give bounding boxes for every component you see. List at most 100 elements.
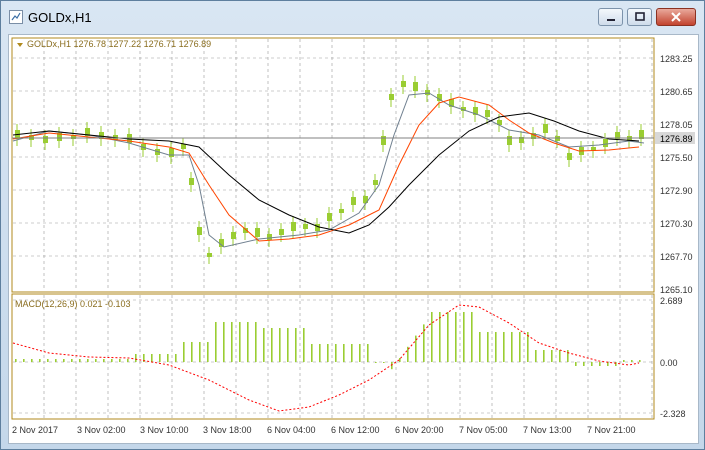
macd-bar [455, 312, 457, 362]
close-button[interactable] [656, 8, 696, 26]
chart-area[interactable]: GOLDx,H1 1276.78 1277.22 1276.71 1276.89… [8, 34, 699, 444]
macd-bar [15, 359, 17, 362]
macd-bar [623, 360, 625, 362]
macd-bar [479, 332, 481, 362]
macd-header: MACD(12,26,9) 0.021 -0.103 [15, 299, 131, 309]
time-label: 3 Nov 02:00 [77, 425, 126, 435]
time-label: 7 Nov 21:00 [587, 425, 636, 435]
macd-bar [183, 342, 185, 362]
macd-bar [439, 312, 441, 362]
macd-bar [287, 328, 289, 362]
price-label: 1272.90 [660, 186, 693, 196]
macd-bar [551, 350, 553, 362]
price-label: 1278.05 [660, 120, 693, 130]
macd-bar [151, 354, 153, 362]
macd-bar [103, 359, 105, 362]
candle-body [207, 253, 212, 257]
macd-bar [367, 344, 369, 362]
macd-bar [263, 328, 265, 362]
candle-body [603, 139, 608, 147]
candle-body [425, 90, 430, 95]
macd-bar [95, 359, 97, 362]
macd-bar [135, 354, 137, 362]
macd-bar [343, 344, 345, 362]
candle-body [279, 229, 284, 235]
macd-bar [311, 344, 313, 362]
price-label: 1283.25 [660, 54, 693, 64]
candle-body [507, 136, 512, 145]
macd-bar [23, 359, 25, 362]
macd-bar [495, 332, 497, 362]
price-label: 1265.10 [660, 285, 693, 295]
macd-bar [559, 350, 561, 362]
candle-body [231, 232, 236, 239]
minimize-icon [606, 19, 615, 21]
price-label: 1275.50 [660, 153, 693, 163]
macd-bar [375, 362, 377, 363]
time-label: 3 Nov 18:00 [203, 425, 252, 435]
macd-bar [503, 332, 505, 362]
macd-bar [639, 360, 641, 362]
macd-signal-line [12, 304, 640, 412]
macd-bar [127, 359, 129, 362]
main-chart-header: GOLDx,H1 1276.78 1277.22 1276.71 1276.89 [27, 39, 211, 49]
macd-bar [511, 332, 513, 362]
macd-bar [231, 322, 233, 362]
macd-bar [87, 359, 89, 362]
candle-body [413, 82, 418, 91]
macd-bar [631, 360, 633, 362]
macd-label: -2.328 [660, 409, 686, 419]
candle-body [303, 224, 308, 229]
candle-body [339, 209, 344, 213]
macd-bar [223, 322, 225, 362]
macd-bar [487, 332, 489, 362]
macd-bar [463, 312, 465, 362]
macd-bar [351, 344, 353, 362]
price-chart-canvas[interactable]: GOLDx,H1 1276.78 1277.22 1276.71 1276.89… [9, 35, 698, 443]
candle-body [485, 110, 490, 117]
macd-bar [431, 312, 433, 362]
macd-bar [215, 322, 217, 362]
price-label: 1280.65 [660, 87, 693, 97]
macd-bar [359, 344, 361, 362]
candle-body [169, 148, 174, 157]
candle-body [291, 222, 296, 231]
macd-bar [279, 328, 281, 362]
macd-bar [535, 350, 537, 362]
candle-body [43, 136, 48, 143]
candle-body [267, 234, 272, 240]
macd-bar [199, 342, 201, 362]
macd-bar [519, 332, 521, 362]
candle-body [567, 153, 572, 160]
macd-bar [159, 354, 161, 362]
maximize-button[interactable] [627, 8, 652, 26]
macd-bar [591, 362, 593, 366]
time-label: 2 Nov 2017 [12, 425, 58, 435]
macd-bar [255, 322, 257, 362]
macd-bar [271, 328, 273, 362]
macd-label: 0.00 [660, 358, 678, 368]
macd-bar [79, 359, 81, 362]
candle-body [255, 228, 260, 237]
indicator-frame [11, 293, 655, 420]
macd-bar [63, 359, 65, 362]
macd-bar [471, 312, 473, 362]
price-label: 1267.70 [660, 252, 693, 262]
macd-bar [583, 362, 585, 366]
time-axis: 2 Nov 2017 3 Nov 02:00 3 Nov 10:00 3 Nov… [12, 425, 636, 435]
macd-bar [71, 359, 73, 362]
candle-body [327, 213, 332, 221]
chart-window: GOLDx,H1 GOLDx,H1 1276.78 1277.22 1276.7… [0, 0, 705, 450]
macd-bar [239, 322, 241, 362]
time-label: 7 Nov 05:00 [459, 425, 508, 435]
macd-bar [111, 359, 113, 362]
macd-bar [191, 342, 193, 362]
title-bar[interactable]: GOLDx,H1 [1, 1, 704, 34]
candle-body [373, 180, 378, 185]
macd-bar [55, 359, 57, 362]
minimize-button[interactable] [598, 8, 623, 26]
macd-bar [47, 359, 49, 362]
chart-menu-arrow-icon[interactable] [17, 43, 23, 47]
macd-bar [567, 350, 569, 362]
chart-window-icon[interactable] [9, 10, 23, 24]
